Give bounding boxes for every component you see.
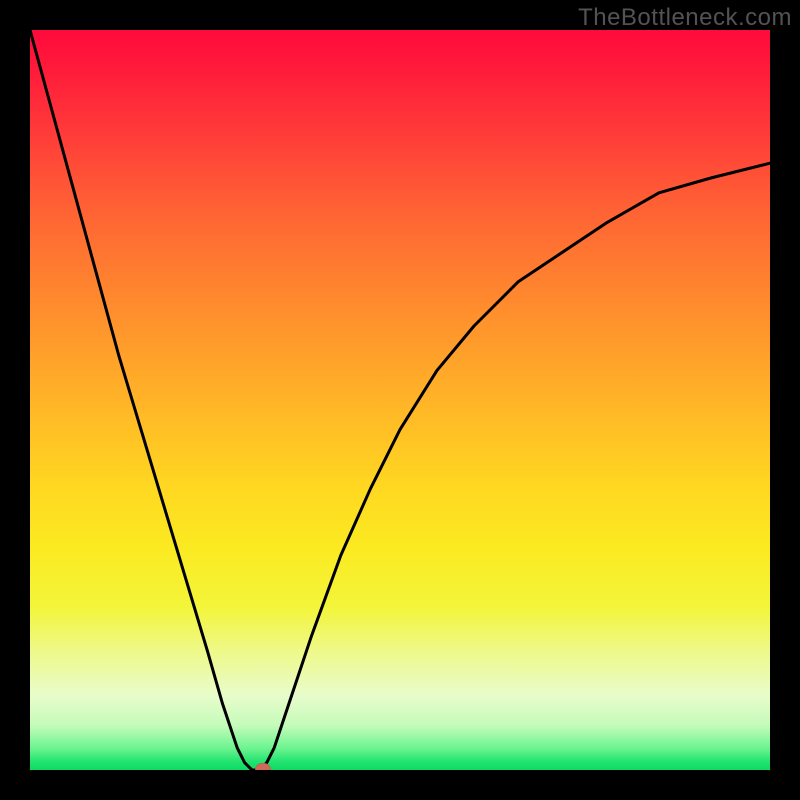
chart-frame: TheBottleneck.com [0,0,800,800]
optimal-point-marker [255,763,271,770]
watermark-text: TheBottleneck.com [578,4,792,32]
bottleneck-curve [30,30,770,770]
plot-area [30,30,770,770]
curve-layer [30,30,770,770]
